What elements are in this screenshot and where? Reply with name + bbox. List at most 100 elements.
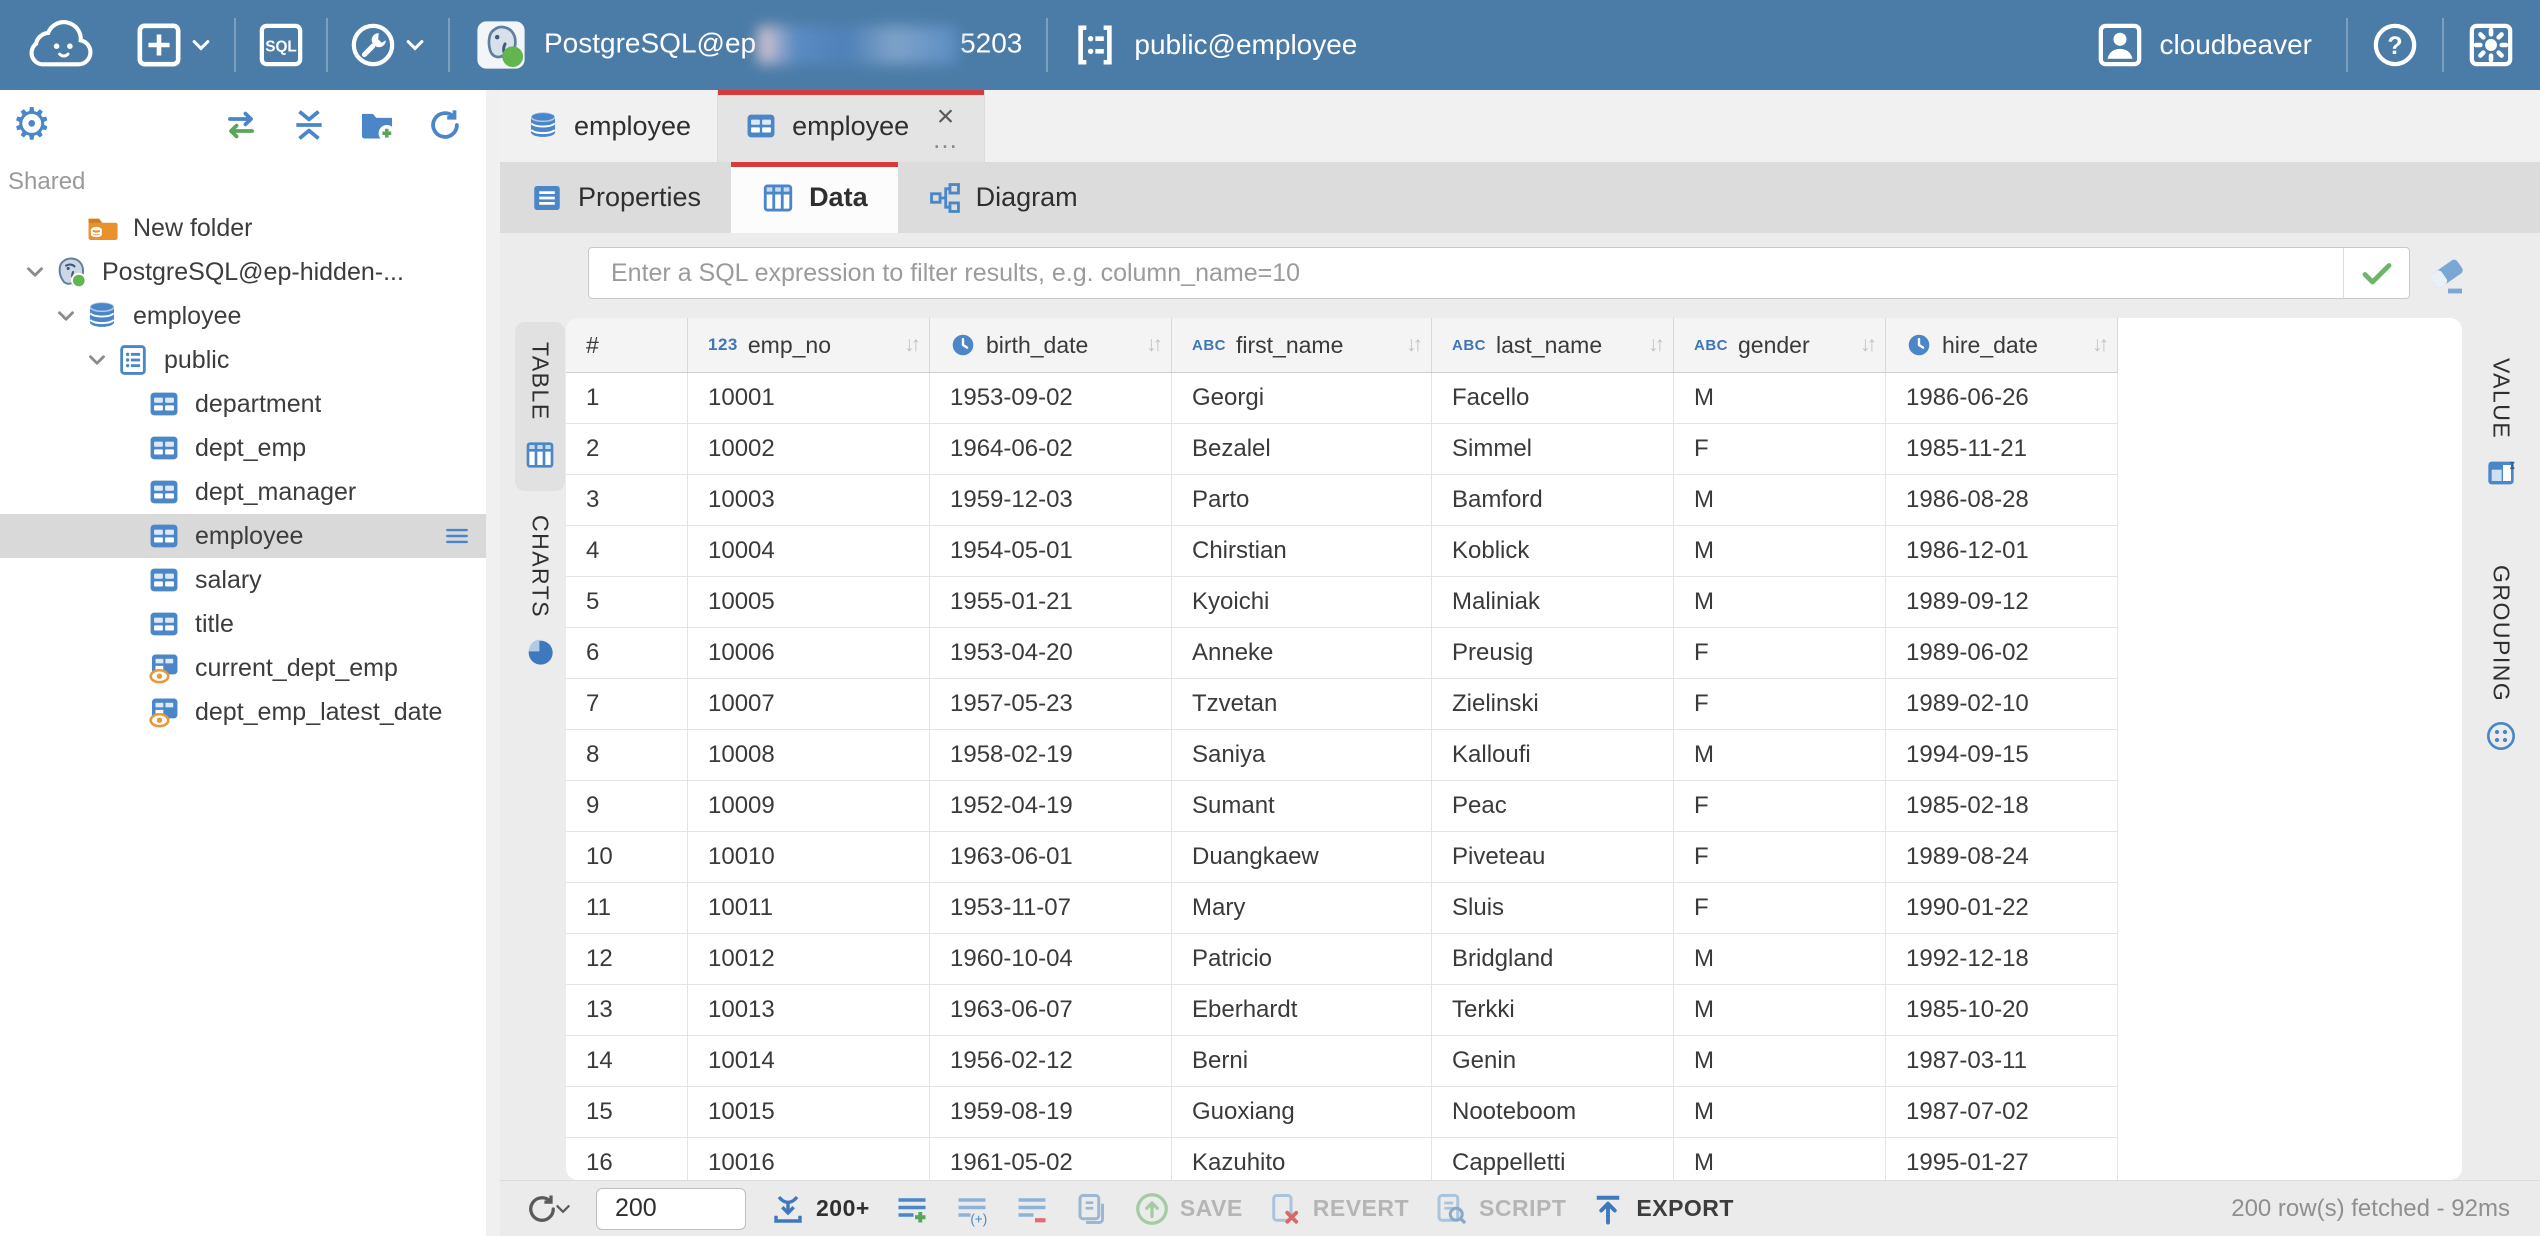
cell-first_name[interactable]: Kyoichi <box>1172 577 1432 627</box>
cell-#[interactable]: 9 <box>566 781 688 831</box>
cell-first_name[interactable]: Guoxiang <box>1172 1087 1432 1137</box>
fetch-more-button[interactable]: 200+ <box>770 1191 870 1227</box>
cell-last_name[interactable]: Simmel <box>1432 424 1674 474</box>
cell-emp_no[interactable]: 10012 <box>688 934 930 984</box>
cell-birth_date[interactable]: 1958-02-19 <box>930 730 1172 780</box>
cell-first_name[interactable]: Anneke <box>1172 628 1432 678</box>
sort-arrows-icon[interactable]: ↓↑ <box>2086 333 2105 357</box>
column-header-hire_date[interactable]: hire_date↓↑ <box>1886 318 2118 372</box>
cell-hire_date[interactable]: 1990-01-22 <box>1886 883 2118 933</box>
column-header-gender[interactable]: ABCgender↓↑ <box>1674 318 1886 372</box>
editor-tab[interactable]: employee×... <box>718 90 985 162</box>
tree-item[interactable]: dept_emp <box>0 426 500 470</box>
chevron-down-icon[interactable] <box>80 347 114 373</box>
cell-#[interactable]: 10 <box>566 832 688 882</box>
cell-hire_date[interactable]: 1987-03-11 <box>1886 1036 2118 1086</box>
fetch-size-input[interactable] <box>596 1188 746 1230</box>
cell-last_name[interactable]: Nooteboom <box>1432 1087 1674 1137</box>
cell-birth_date[interactable]: 1956-02-12 <box>930 1036 1172 1086</box>
cell-hire_date[interactable]: 1986-08-28 <box>1886 475 2118 525</box>
cell-emp_no[interactable]: 10016 <box>688 1138 930 1180</box>
cell-birth_date[interactable]: 1957-05-23 <box>930 679 1172 729</box>
duplicate-row-button[interactable]: (+) <box>954 1191 990 1227</box>
chevron-down-icon[interactable] <box>49 303 83 329</box>
cell-emp_no[interactable]: 10005 <box>688 577 930 627</box>
cell-emp_no[interactable]: 10010 <box>688 832 930 882</box>
cell-last_name[interactable]: Preusig <box>1432 628 1674 678</box>
settings-button[interactable] <box>2468 22 2514 68</box>
cell-gender[interactable]: M <box>1674 577 1886 627</box>
cell-gender[interactable]: F <box>1674 628 1886 678</box>
cell-hire_date[interactable]: 1995-01-27 <box>1886 1138 2118 1180</box>
cell-last_name[interactable]: Sluis <box>1432 883 1674 933</box>
tree-item[interactable]: employee <box>0 294 500 338</box>
cell-hire_date[interactable]: 1987-07-02 <box>1886 1087 2118 1137</box>
tree-item[interactable]: PostgreSQL@ep-hidden-... <box>0 250 500 294</box>
cell-emp_no[interactable]: 10001 <box>688 373 930 423</box>
column-header-emp_no[interactable]: 123emp_no↓↑ <box>688 318 930 372</box>
cell-first_name[interactable]: Patricio <box>1172 934 1432 984</box>
cell-hire_date[interactable]: 1992-12-18 <box>1886 934 2118 984</box>
cell-emp_no[interactable]: 10002 <box>688 424 930 474</box>
chevron-down-icon[interactable] <box>18 259 52 285</box>
panel-tab-grouping[interactable]: GROUPING <box>2485 545 2517 772</box>
tab-data[interactable]: Data <box>731 162 898 233</box>
cell-birth_date[interactable]: 1961-05-02 <box>930 1138 1172 1180</box>
schema-selector[interactable]: public@employee <box>1054 22 1375 68</box>
cell-#[interactable]: 11 <box>566 883 688 933</box>
cell-gender[interactable]: M <box>1674 1138 1886 1180</box>
cell-hire_date[interactable]: 1989-02-10 <box>1886 679 2118 729</box>
collapse-all-icon[interactable] <box>290 106 328 144</box>
cell-#[interactable]: 3 <box>566 475 688 525</box>
script-button[interactable]: SCRIPT <box>1433 1191 1566 1227</box>
cell-last_name[interactable]: Terkki <box>1432 985 1674 1035</box>
cell-#[interactable]: 16 <box>566 1138 688 1180</box>
cell-last_name[interactable]: Bridgland <box>1432 934 1674 984</box>
cell-#[interactable]: 2 <box>566 424 688 474</box>
revert-button[interactable]: REVERT <box>1267 1191 1409 1227</box>
cell-#[interactable]: 5 <box>566 577 688 627</box>
editor-tab[interactable]: employee <box>500 90 718 162</box>
refresh-options-chevron-icon[interactable] <box>554 1200 572 1218</box>
sql-filter-input[interactable] <box>589 248 2343 298</box>
cell-#[interactable]: 6 <box>566 628 688 678</box>
tree-item[interactable]: dept_emp_latest_date <box>0 690 500 734</box>
cell-last_name[interactable]: Zielinski <box>1432 679 1674 729</box>
column-header-#[interactable]: # <box>566 318 688 372</box>
cell-birth_date[interactable]: 1963-06-07 <box>930 985 1172 1035</box>
sidebar-settings-icon[interactable]: ⚙ <box>12 103 51 147</box>
cell-birth_date[interactable]: 1954-05-01 <box>930 526 1172 576</box>
cell-birth_date[interactable]: 1955-01-21 <box>930 577 1172 627</box>
cell-emp_no[interactable]: 10003 <box>688 475 930 525</box>
cell-first_name[interactable]: Sumant <box>1172 781 1432 831</box>
sort-arrows-icon[interactable]: ↓↑ <box>1400 333 1419 357</box>
tree-item[interactable]: department <box>0 382 500 426</box>
sort-arrows-icon[interactable]: ↓↑ <box>1642 333 1661 357</box>
cell-first_name[interactable]: Eberhardt <box>1172 985 1432 1035</box>
cell-last_name[interactable]: Bamford <box>1432 475 1674 525</box>
cell-last_name[interactable]: Koblick <box>1432 526 1674 576</box>
cell-first_name[interactable]: Georgi <box>1172 373 1432 423</box>
cell-birth_date[interactable]: 1953-09-02 <box>930 373 1172 423</box>
cell-birth_date[interactable]: 1959-12-03 <box>930 475 1172 525</box>
cell-birth_date[interactable]: 1952-04-19 <box>930 781 1172 831</box>
connection-selector[interactable]: PostgreSQL@ep5203 <box>456 18 1040 72</box>
column-header-first_name[interactable]: ABCfirst_name↓↑ <box>1172 318 1432 372</box>
cell-first_name[interactable]: Kazuhito <box>1172 1138 1432 1180</box>
cell-last_name[interactable]: Genin <box>1432 1036 1674 1086</box>
cell-emp_no[interactable]: 10013 <box>688 985 930 1035</box>
panel-tab-charts[interactable]: CHARTS <box>515 495 565 688</box>
cell-last_name[interactable]: Maliniak <box>1432 577 1674 627</box>
cell-gender[interactable]: F <box>1674 679 1886 729</box>
cell-#[interactable]: 4 <box>566 526 688 576</box>
sql-editor-button[interactable]: SQL <box>242 0 320 90</box>
tree-item[interactable]: current_dept_emp <box>0 646 500 690</box>
add-row-button[interactable] <box>894 1191 930 1227</box>
cell-hire_date[interactable]: 1985-02-18 <box>1886 781 2118 831</box>
cell-hire_date[interactable]: 1994-09-15 <box>1886 730 2118 780</box>
cell-birth_date[interactable]: 1963-06-01 <box>930 832 1172 882</box>
column-header-last_name[interactable]: ABClast_name↓↑ <box>1432 318 1674 372</box>
cloudbeaver-logo-icon[interactable] <box>20 16 98 74</box>
cell-birth_date[interactable]: 1959-08-19 <box>930 1087 1172 1137</box>
cell-gender[interactable]: F <box>1674 781 1886 831</box>
